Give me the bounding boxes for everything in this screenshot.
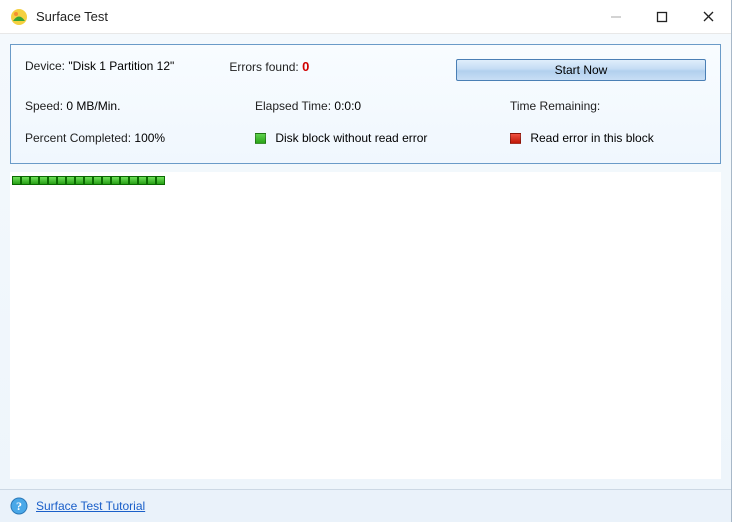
start-now-button[interactable]: Start Now <box>456 59 706 81</box>
disk-block <box>30 176 39 185</box>
window-controls <box>593 0 731 34</box>
legend-error-icon <box>510 133 521 144</box>
disk-block <box>48 176 57 185</box>
device-label: Device: <box>25 59 65 73</box>
device-value: "Disk 1 Partition 12" <box>68 59 174 73</box>
disk-block <box>147 176 156 185</box>
speed-label: Speed: <box>25 99 63 113</box>
disk-block <box>21 176 30 185</box>
errors-label: Errors found: <box>229 60 298 74</box>
disk-block <box>102 176 111 185</box>
svg-text:?: ? <box>16 499 22 513</box>
close-button[interactable] <box>685 0 731 34</box>
speed-value: 0 MB/Min. <box>66 99 120 113</box>
legend-ok-label: Disk block without read error <box>275 131 427 145</box>
disk-block <box>39 176 48 185</box>
legend-ok-icon <box>255 133 266 144</box>
window-title: Surface Test <box>36 9 593 24</box>
disk-block <box>93 176 102 185</box>
disk-block <box>57 176 66 185</box>
disk-block <box>66 176 75 185</box>
errors-value: 0 <box>302 59 309 74</box>
remaining-label: Time Remaining: <box>510 99 600 113</box>
disk-block <box>120 176 129 185</box>
disk-block <box>129 176 138 185</box>
elapsed-label: Elapsed Time: <box>255 99 331 113</box>
disk-block <box>138 176 147 185</box>
content-area: Device: "Disk 1 Partition 12" Errors fou… <box>0 34 731 489</box>
app-icon <box>10 8 28 26</box>
minimize-button[interactable] <box>593 0 639 34</box>
maximize-button[interactable] <box>639 0 685 34</box>
disk-block <box>12 176 21 185</box>
elapsed-value: 0:0:0 <box>334 99 361 113</box>
percent-label: Percent Completed: <box>25 131 131 145</box>
disk-block <box>111 176 120 185</box>
titlebar: Surface Test <box>0 0 731 34</box>
surface-test-window: Surface Test Device: "Disk 1 Partition 1… <box>0 0 732 522</box>
percent-value: 100% <box>134 131 165 145</box>
help-icon: ? <box>10 497 28 515</box>
disk-block <box>75 176 84 185</box>
disk-block <box>84 176 93 185</box>
disk-block <box>156 176 165 185</box>
legend-error-label: Read error in this block <box>530 131 653 145</box>
tutorial-link[interactable]: Surface Test Tutorial <box>36 499 145 513</box>
block-grid <box>10 172 721 479</box>
footer: ? Surface Test Tutorial <box>0 489 731 522</box>
info-panel: Device: "Disk 1 Partition 12" Errors fou… <box>10 44 721 164</box>
